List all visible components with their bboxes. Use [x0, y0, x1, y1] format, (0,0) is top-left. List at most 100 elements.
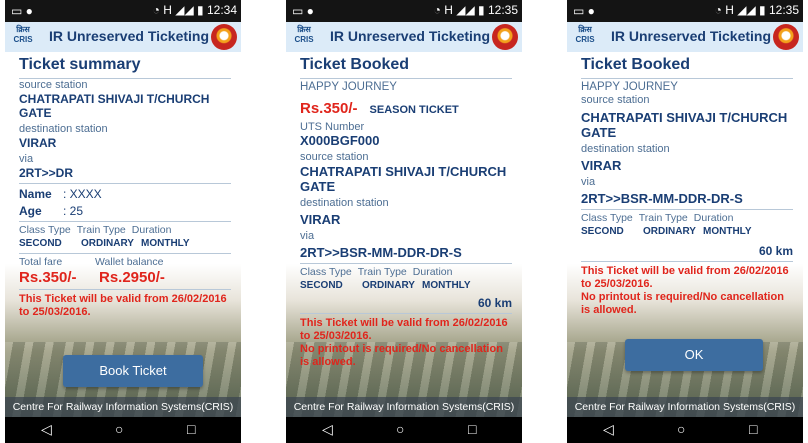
train-type-label: Train Type: [638, 212, 688, 224]
ticket-booked-panel: Ticket Booked HAPPY JOURNEY Rs.350/- SEAS…: [286, 52, 522, 417]
clock: 12:35: [768, 3, 799, 17]
app-title: IR Unreserved Ticketing: [330, 28, 491, 44]
train-type-label: Train Type: [357, 266, 407, 278]
clock: 12:35: [487, 3, 518, 17]
uts-number-value: X000BGF000: [300, 133, 380, 148]
train-type-label: Train Type: [76, 224, 126, 236]
indian-railways-logo-icon: [211, 24, 237, 50]
via-value: 2RT>>DR: [19, 166, 74, 180]
no-printout-notice: No printout is required/No cancellation …: [581, 291, 784, 316]
status-right: ◔ H ◢◢ ▮ 12:34: [152, 3, 237, 17]
name-value: : XXXX: [63, 187, 102, 201]
phone-screen-1: ▭ ● ◔ H ◢◢ ▮ 12:34 क्रिस CRIS IR Unreserv…: [5, 0, 241, 443]
destination-station-label: destination station: [300, 197, 389, 209]
page-title: Ticket Booked: [581, 56, 691, 73]
duration-value: MONTHLY: [703, 226, 752, 237]
class-type-value: SECOND: [300, 280, 343, 291]
ticket-summary-panel: Ticket summary source station CHATRAPATI…: [5, 52, 241, 417]
home-icon[interactable]: ○: [677, 421, 685, 437]
footer: Centre For Railway Information Systems(C…: [567, 397, 803, 417]
destination-station-value: VIRAR: [300, 212, 341, 227]
notification-icons: ▭ ●: [292, 4, 314, 18]
destination-station-label: destination station: [19, 123, 108, 135]
validity-notice: This Ticket will be valid from 26/02/201…: [581, 265, 789, 290]
via-value: 2RT>>BSR-MM-DDR-DR-S: [581, 191, 743, 206]
distance-value: 60 km: [477, 296, 512, 310]
happy-journey-text: HAPPY JOURNEY: [581, 81, 678, 93]
source-station-label: source station: [19, 79, 88, 91]
recent-apps-icon[interactable]: □: [187, 421, 195, 437]
source-station-value: CHATRAPATI SHIVAJI T/CHURCH GATE: [581, 110, 788, 140]
source-station-label: source station: [581, 94, 650, 106]
cris-logo-icon: क्रिस CRIS: [294, 25, 314, 44]
status-bar: ▭ ● ◔ H ◢◢ ▮ 12:34: [5, 0, 241, 22]
via-value: 2RT>>BSR-MM-DDR-DR-S: [300, 245, 462, 260]
fare-value: Rs.350/-: [300, 100, 358, 117]
status-bar: ▭ ● ◔ H ◢◢ ▮ 12:35: [286, 0, 522, 22]
duration-label: Duration: [693, 212, 734, 224]
page-title: Ticket summary: [19, 56, 141, 73]
status-right: ◔ H ◢◢ ▮ 12:35: [433, 3, 518, 17]
destination-station-value: VIRAR: [581, 158, 622, 173]
phone-screen-2: ▭ ● ◔ H ◢◢ ▮ 12:35 क्रिस CRIS IR Unreserv…: [286, 0, 522, 443]
notification-icons: ▭ ●: [11, 4, 33, 18]
ticket-booked-panel: Ticket Booked HAPPY JOURNEY source stati…: [567, 52, 803, 417]
duration-label: Duration: [131, 224, 172, 236]
app-title: IR Unreserved Ticketing: [49, 28, 210, 44]
ticket-type: SEASON TICKET: [369, 104, 459, 116]
class-type-label: Class Type: [581, 212, 633, 224]
age-label: Age: [19, 204, 42, 218]
wallet-balance-label: Wallet balance: [95, 256, 164, 268]
validity-notice: This Ticket will be valid from 26/02/201…: [19, 293, 227, 318]
home-icon[interactable]: ○: [396, 421, 404, 437]
train-type-value: ORDINARY: [362, 280, 415, 291]
class-type-value: SECOND: [19, 238, 62, 249]
source-station-value: CHATRAPATI SHIVAJI T/CHURCH GATE: [300, 164, 507, 194]
no-printout-notice: No printout is required/No cancellation …: [300, 343, 503, 368]
network-type: H: [725, 3, 734, 17]
via-label: via: [19, 153, 34, 165]
via-label: via: [300, 230, 315, 242]
total-fare-value: Rs.350/-: [19, 269, 77, 286]
total-fare-label: Total fare: [19, 256, 63, 268]
footer: Centre For Railway Information Systems(C…: [286, 397, 522, 417]
indian-railways-logo-icon: [773, 24, 799, 50]
destination-station-label: destination station: [581, 143, 670, 155]
footer: Centre For Railway Information Systems(C…: [5, 397, 241, 417]
wallet-balance-value: Rs.2950/-: [99, 269, 165, 286]
cris-logo-icon: क्रिस CRIS: [575, 25, 595, 44]
class-type-label: Class Type: [300, 266, 352, 278]
phone-screen-3: ▭ ● ◔ H ◢◢ ▮ 12:35 क्रिस CRIS IR Unreserv…: [567, 0, 803, 443]
validity-notice: This Ticket will be valid from 26/02/201…: [300, 317, 508, 342]
duration-label: Duration: [412, 266, 453, 278]
train-type-value: ORDINARY: [81, 238, 134, 249]
recent-apps-icon[interactable]: □: [468, 421, 476, 437]
name-label: Name: [19, 187, 52, 201]
class-type-value: SECOND: [581, 226, 624, 237]
recent-apps-icon[interactable]: □: [749, 421, 757, 437]
android-nav-bar: ◁ ○ □: [5, 417, 241, 443]
android-nav-bar: ◁ ○ □: [567, 417, 803, 443]
back-icon[interactable]: ◁: [41, 421, 52, 438]
book-ticket-button[interactable]: Book Ticket: [63, 355, 203, 387]
back-icon[interactable]: ◁: [603, 421, 614, 438]
home-icon[interactable]: ○: [115, 421, 123, 437]
network-type: H: [163, 3, 172, 17]
back-icon[interactable]: ◁: [322, 421, 333, 438]
ok-button[interactable]: OK: [625, 339, 763, 371]
source-station-value: CHATRAPATI SHIVAJI T/CHURCH GATE: [19, 92, 210, 120]
notification-icons: ▭ ●: [573, 4, 595, 18]
app-bar: क्रिस CRIS IR Unreserved Ticketing: [286, 22, 522, 52]
network-type: H: [444, 3, 453, 17]
source-station-label: source station: [300, 151, 369, 163]
cris-logo-icon: क्रिस CRIS: [13, 25, 33, 44]
status-bar: ▭ ● ◔ H ◢◢ ▮ 12:35: [567, 0, 803, 22]
happy-journey-text: HAPPY JOURNEY: [300, 81, 397, 93]
class-type-label: Class Type: [19, 224, 71, 236]
page-title: Ticket Booked: [300, 56, 410, 73]
destination-station-value: VIRAR: [19, 136, 57, 150]
duration-value: MONTHLY: [141, 238, 190, 249]
via-label: via: [581, 176, 596, 188]
clock: 12:34: [206, 3, 237, 17]
app-title: IR Unreserved Ticketing: [611, 28, 772, 44]
